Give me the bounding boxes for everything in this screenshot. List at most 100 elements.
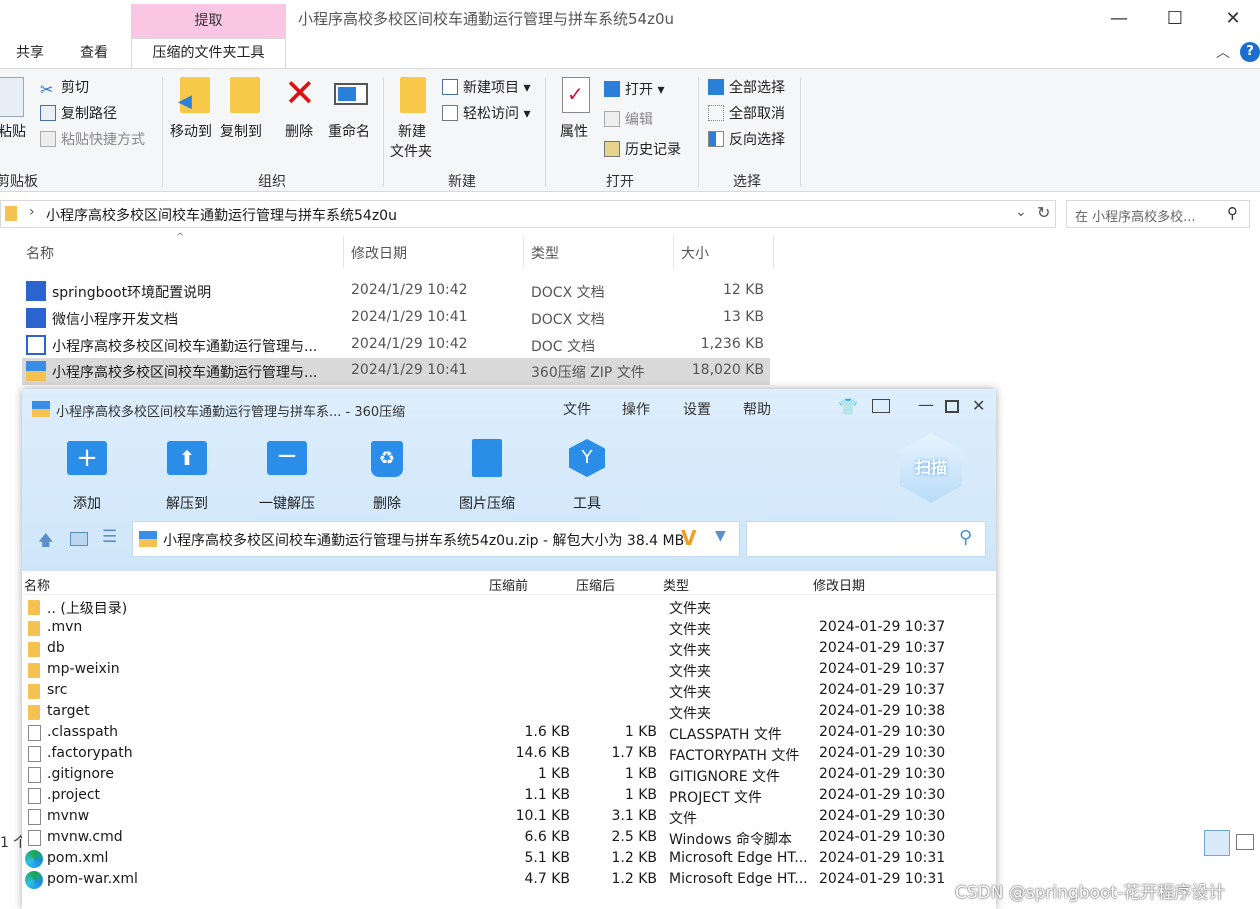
tab-share[interactable]: 共享 [16,40,44,68]
close-button[interactable]: ✕ [1210,4,1256,34]
large-icons-view-icon[interactable] [1236,834,1254,850]
one-click-extract-button[interactable]: − 一键解压 [242,437,332,512]
details-view-icon[interactable] [1204,830,1230,856]
zip-minimize-button[interactable]: — [918,395,934,414]
menu-help[interactable]: 帮助 [743,399,771,419]
history-button[interactable]: 历史记录 [604,139,681,159]
copy-to-button[interactable]: 复制到 [220,121,262,141]
skin-icon[interactable]: 👕 [838,397,858,416]
move-to-button[interactable]: 移动到 [170,121,212,141]
zip-row-before: 14.6 KB [515,745,570,761]
zip-col-after[interactable]: 压缩后 [576,575,615,594]
zip-row[interactable]: target 文件夹 2024-01-29 10:38 [22,702,996,723]
column-divider[interactable] [343,236,344,268]
easy-access-button[interactable]: 轻松访问 ▾ [442,103,530,123]
maximize-button[interactable]: ☐ [1152,4,1198,34]
open-button[interactable]: 打开 ▾ [604,79,664,99]
zip-path-bar[interactable]: 小程序高校多校区间校车通勤运行管理与拼车系统54z0u.zip - 解包大小为 … [132,521,740,557]
chevron-down-icon[interactable]: ⌄ [1015,204,1027,220]
breadcrumb[interactable]: 小程序高校多校区间校车通勤运行管理与拼车系统54z0u [46,205,397,225]
edit-button[interactable]: 编辑 [604,109,653,129]
copy-path-icon [40,105,56,121]
scan-button[interactable]: 扫描 [900,433,962,503]
tab-view[interactable]: 查看 [80,40,108,68]
zip-row[interactable]: src 文件夹 2024-01-29 10:37 [22,681,996,702]
zip-row-type: GITIGNORE 文件 [669,769,781,785]
menu-settings[interactable]: 设置 [683,399,711,419]
image-compress-button[interactable]: 图片压缩 [442,437,532,512]
file-size: 13 KB [722,309,764,325]
column-type[interactable]: 类型 [531,243,559,263]
tab-compressed-folder-tools[interactable]: 压缩的文件夹工具 [131,38,286,69]
file-row[interactable]: 微信小程序开发文档 2024/1/29 10:41 DOCX 文档 13 KB [22,305,770,332]
list-view-icon[interactable]: ☰ [102,527,117,547]
zip-row[interactable]: .. (上级目录) 文件夹 [22,597,996,618]
menu-file[interactable]: 文件 [563,399,591,419]
zip-col-name[interactable]: 名称 [24,575,50,594]
zip-row[interactable]: mp-weixin 文件夹 2024-01-29 10:37 [22,660,996,681]
zip-row[interactable]: .factorypath 14.6 KB 1.7 KB FACTORYPATH 文件 2… [22,744,996,765]
extract-to-button[interactable]: ⬆ 解压到 [142,437,232,512]
zip-row[interactable]: .project 1.1 KB 1 KB PROJECT 文件 2024-01-29 1… [22,786,996,807]
one-click-extract-icon: − [267,441,307,475]
zip-col-date[interactable]: 修改日期 [813,575,865,594]
refresh-icon[interactable]: ↻ [1037,203,1050,222]
zip-row[interactable]: mvnw 10.1 KB 3.1 KB 文件 2024-01-29 10:30 [22,807,996,828]
feedback-icon[interactable] [872,399,890,413]
zip-row-after: 1 KB [624,766,657,782]
tools-button[interactable]: Y 工具 [542,437,632,512]
copy-path-button[interactable]: 复制路径 [40,103,117,123]
context-tab-extract[interactable]: 提取 [131,4,286,38]
zip-delete-button[interactable]: ♻ 删除 [342,437,432,512]
file-size: 12 KB [722,282,764,298]
zip-row[interactable]: pom-war.xml 4.7 KB 1.2 KB Microsoft Edge HT… [22,870,996,891]
minimize-button[interactable]: — [1096,4,1142,34]
help-icon[interactable]: ? [1240,42,1260,62]
rename-button[interactable]: 重命名 [328,121,370,141]
column-date[interactable]: 修改日期 [351,243,407,263]
thumbnail-view-icon[interactable] [70,532,88,546]
new-item-button[interactable]: 新建项目 ▾ [442,77,530,97]
column-size[interactable]: 大小 [681,243,709,263]
file-row[interactable]: 小程序高校多校区间校车通勤运行管理与... 2024/1/29 10:42 DO… [22,332,770,359]
properties-button[interactable]: 属性 [560,121,588,141]
column-divider[interactable] [673,236,674,268]
zip-row[interactable]: .mvn 文件夹 2024-01-29 10:37 [22,618,996,639]
zip-row-type: CLASSPATH 文件 [669,727,782,743]
path-dropdown-icon[interactable]: ▼ [715,528,726,544]
add-button[interactable]: + 添加 [42,437,132,512]
search-icon[interactable]: ⚲ [1227,204,1238,222]
zip-window-title: 小程序高校多校区间校车通勤运行管理与拼车系... - 360压缩 [56,405,406,420]
collapse-ribbon-icon[interactable]: ︿ [1216,42,1230,62]
zip-row[interactable]: pom.xml 5.1 KB 1.2 KB Microsoft Edge HT... 2… [22,849,996,870]
new-folder-button[interactable]: 新建 [398,121,426,141]
zip-row[interactable]: mvnw.cmd 6.6 KB 2.5 KB Windows 命令脚本 2024-01-… [22,828,996,849]
zip-col-before[interactable]: 压缩前 [489,575,528,594]
file-type: DOC 文档 [531,339,596,355]
menu-operation[interactable]: 操作 [622,399,650,419]
column-divider[interactable] [773,236,774,268]
file-row[interactable]: springboot环境配置说明 2024/1/29 10:42 DOCX 文档… [22,278,770,305]
column-name[interactable]: 名称 [26,243,54,263]
zip-maximize-button[interactable] [945,400,959,413]
zip-row[interactable]: db 文件夹 2024-01-29 10:37 [22,639,996,660]
zip-col-type[interactable]: 类型 [663,575,689,594]
paste-shortcut-button[interactable]: 粘贴快捷方式 [40,129,145,149]
select-none-button[interactable]: 全部取消 [708,103,785,123]
zip-search-input[interactable]: ⚲ [746,521,986,557]
zip-row[interactable]: .gitignore 1 KB 1 KB GITIGNORE 文件 2024-01-29… [22,765,996,786]
up-level-icon[interactable]: 🡅 [38,530,53,555]
select-all-button[interactable]: 全部选择 [708,77,785,97]
file-row-selected[interactable]: 小程序高校多校区间校车通勤运行管理与... 2024/1/29 10:41 36… [22,358,770,385]
delete-button[interactable]: 删除 [285,121,313,141]
paste-button[interactable]: 粘贴 [0,121,26,141]
zip-close-button[interactable]: ✕ [972,396,985,415]
address-bar[interactable]: › 小程序高校多校区间校车通勤运行管理与拼车系统54z0u ⌄ ↻ [0,200,1056,228]
search-box[interactable]: 在 小程序高校多校... ⚲ [1066,200,1250,228]
invert-selection-button[interactable]: 反向选择 [708,129,785,149]
column-divider[interactable] [523,236,524,268]
file-icon [28,746,41,762]
zip-search-icon[interactable]: ⚲ [959,527,972,548]
cut-button[interactable]: ✂ 剪切 [40,77,89,99]
zip-row[interactable]: .classpath 1.6 KB 1 KB CLASSPATH 文件 2024-01-… [22,723,996,744]
